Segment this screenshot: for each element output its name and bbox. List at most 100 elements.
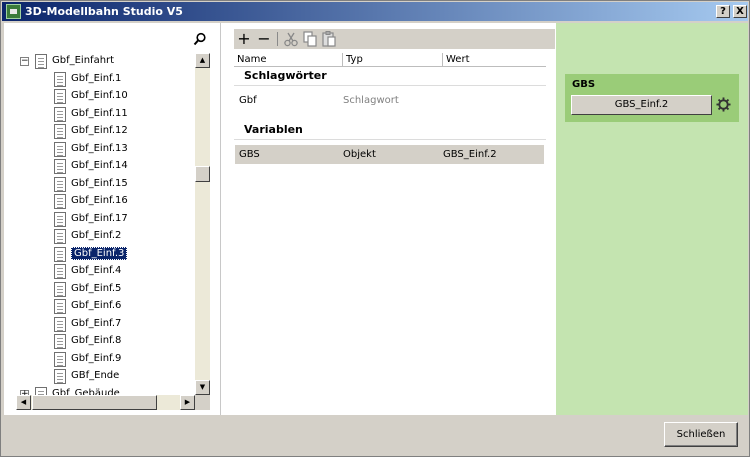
- section-divider: [234, 139, 546, 140]
- variable-value-cell[interactable]: GBS_Einf.2: [443, 149, 497, 160]
- remove-icon[interactable]: −: [255, 30, 273, 48]
- tree-item[interactable]: Gbf_Einf.8: [16, 333, 194, 350]
- document-icon: [54, 246, 66, 262]
- keyword-type-cell: Schlagwort: [343, 95, 399, 106]
- tree-item[interactable]: Gbf_Einf.3: [16, 246, 194, 263]
- scroll-down-button[interactable]: ▼: [195, 380, 210, 395]
- tree-item-label: Gbf_Einf.11: [71, 107, 128, 119]
- tree-item-label: Gbf_Einf.1: [71, 72, 122, 84]
- tree-item[interactable]: Gbf_Einf.13: [16, 141, 194, 158]
- tree-item[interactable]: Gbf_Einf.17: [16, 211, 194, 228]
- tree-item-label: Gbf_Einf.12: [71, 125, 128, 136]
- tree-item-label: Gbf_Einf.7: [71, 317, 122, 329]
- value-editor-panel: GBS GBS_Einf.2: [556, 23, 748, 415]
- document-icon: [54, 299, 66, 314]
- toolbar-separator: [277, 32, 278, 46]
- copy-icon[interactable]: [301, 30, 319, 48]
- variable-row[interactable]: GBS Objekt GBS_Einf.2: [235, 145, 544, 164]
- horizontal-scroll-thumb[interactable]: [32, 395, 157, 410]
- tree-item-label: Gbf_Einf.13: [71, 142, 128, 154]
- document-icon: [54, 316, 66, 332]
- tree-vertical-scrollbar[interactable]: ▲ ▼: [195, 53, 210, 395]
- document-icon: [54, 106, 66, 122]
- properties-panel: + − Name Typ Wert Schlagwörter Gbf Schla…: [222, 23, 555, 415]
- tree-item-label: Gbf_Einf.14: [71, 160, 128, 171]
- document-icon: [54, 229, 66, 244]
- dialog-client: − Gbf_Einfahrt Gbf_Einf.1 Gbf_Einf.10 Gbf_Ei…: [4, 23, 748, 415]
- column-divider[interactable]: [442, 53, 443, 67]
- document-icon: [54, 71, 66, 87]
- document-icon: [54, 351, 66, 367]
- document-icon: [54, 124, 66, 139]
- tree-item[interactable]: Gbf_Einf.5: [16, 281, 194, 298]
- app-icon: [6, 4, 21, 19]
- tree-item-label: Gbf_Einf.5: [71, 282, 122, 294]
- tree-node-parent[interactable]: − Gbf_Einfahrt: [16, 53, 194, 70]
- variable-name-cell[interactable]: GBS: [239, 149, 260, 160]
- tree-item-label: Gbf_Einf.16: [71, 195, 128, 206]
- column-header-name[interactable]: Name: [237, 54, 267, 65]
- variable-type-cell[interactable]: Objekt: [343, 149, 376, 160]
- tree-item-label: Gbf_Einfahrt: [52, 55, 115, 66]
- tree-item[interactable]: Gbf_Einf.11: [16, 106, 194, 123]
- tree-item-label: Gbf_Einf.15: [71, 177, 128, 189]
- title-bar: 3D-Modellbahn Studio V5 ? X: [2, 2, 748, 21]
- tree-item-label: Gbf_Einf.9: [71, 352, 122, 364]
- properties-toolbar: + −: [234, 29, 555, 49]
- window-title: 3D-Modellbahn Studio V5: [25, 5, 183, 18]
- tree-item[interactable]: Gbf_Einf.12: [16, 123, 194, 140]
- tree-item-label: Gbf_Einf.17: [71, 212, 128, 224]
- tree-item[interactable]: Gbf_Einf.6: [16, 298, 194, 315]
- document-icon: [54, 264, 66, 279]
- grid-header: Name Typ Wert: [234, 53, 546, 67]
- tree-item[interactable]: Gbf_Einf.2: [16, 228, 194, 245]
- expand-collapse-toggle[interactable]: −: [20, 57, 29, 66]
- tree-item-label: Gbf_Einf.8: [71, 335, 122, 346]
- close-button[interactable]: Schließen: [664, 422, 738, 447]
- tree-item-label: Gbf_Einf.3: [71, 246, 128, 260]
- document-icon: [54, 176, 66, 192]
- help-button[interactable]: ?: [716, 5, 730, 18]
- tree-item-label: Gbf_Einf.2: [71, 230, 122, 241]
- keyword-name-cell[interactable]: Gbf: [239, 95, 257, 106]
- scroll-right-button[interactable]: ▶: [180, 395, 195, 410]
- document-icon: [54, 369, 66, 384]
- object-tree[interactable]: − Gbf_Einfahrt Gbf_Einf.1 Gbf_Einf.10 Gbf_Ei…: [16, 53, 194, 397]
- cut-icon[interactable]: [282, 30, 300, 48]
- document-icon: [54, 141, 66, 157]
- document-icon: [54, 159, 66, 174]
- gbs-object-button[interactable]: GBS_Einf.2: [571, 95, 712, 115]
- gbs-label: GBS: [572, 79, 596, 90]
- tree-item-label: GBf_Ende: [71, 370, 120, 381]
- scroll-up-button[interactable]: ▲: [195, 53, 210, 68]
- gbs-editor-box: GBS GBS_Einf.2: [565, 74, 739, 122]
- search-icon[interactable]: [193, 32, 207, 46]
- column-header-type[interactable]: Typ: [346, 54, 363, 65]
- tree-horizontal-scrollbar[interactable]: ◀ ▶: [16, 395, 195, 410]
- gear-icon[interactable]: [716, 97, 731, 112]
- paste-icon[interactable]: [320, 30, 338, 48]
- section-divider: [234, 85, 546, 86]
- close-window-button[interactable]: X: [733, 5, 747, 18]
- column-header-value[interactable]: Wert: [446, 54, 470, 65]
- tree-item[interactable]: Gbf_Einf.4: [16, 263, 194, 280]
- scrollbar-corner: [195, 395, 210, 410]
- tree-item[interactable]: GBf_Ende: [16, 368, 194, 385]
- tree-item[interactable]: Gbf_Einf.7: [16, 316, 194, 333]
- section-variables[interactable]: Variablen: [244, 123, 303, 136]
- document-icon: [54, 334, 66, 349]
- tree-item[interactable]: Gbf_Einf.10: [16, 88, 194, 105]
- document-icon: [54, 211, 66, 227]
- tree-item[interactable]: Gbf_Einf.9: [16, 351, 194, 368]
- tree-item[interactable]: Gbf_Einf.14: [16, 158, 194, 175]
- document-icon: [35, 54, 47, 69]
- scroll-thumb[interactable]: [195, 166, 210, 182]
- add-icon[interactable]: +: [235, 30, 253, 48]
- tree-item[interactable]: Gbf_Einf.1: [16, 71, 194, 88]
- scroll-left-button[interactable]: ◀: [16, 395, 31, 410]
- tree-item[interactable]: Gbf_Einf.16: [16, 193, 194, 210]
- column-divider[interactable]: [342, 53, 343, 67]
- tree-item-label: Gbf_Einf.4: [71, 265, 122, 276]
- section-keywords[interactable]: Schlagwörter: [244, 69, 327, 82]
- tree-item[interactable]: Gbf_Einf.15: [16, 176, 194, 193]
